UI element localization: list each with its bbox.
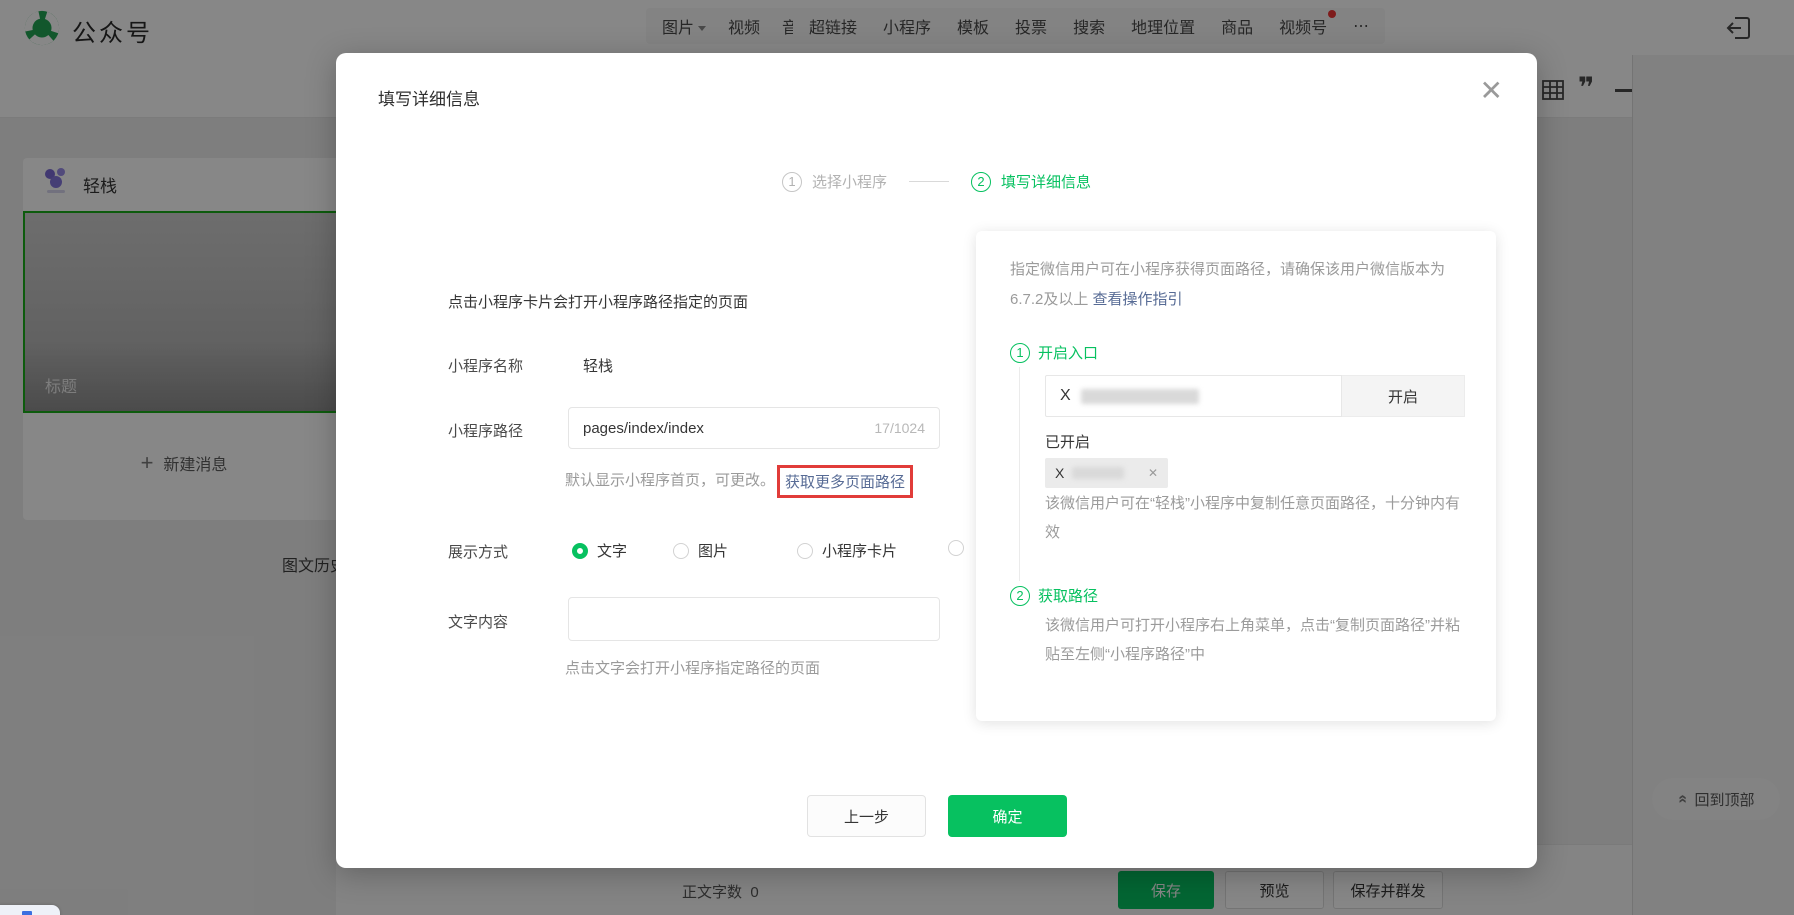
panel-step1-title: 开启入口: [1038, 342, 1098, 363]
confirm-button[interactable]: 确定: [948, 795, 1067, 837]
radio-option-card[interactable]: 小程序卡片: [797, 540, 897, 561]
panel-step1-number: 1: [1010, 343, 1030, 363]
wechat-user-value: X: [1060, 387, 1071, 405]
step2-number: 2: [971, 172, 991, 192]
panel-intro-text: 指定微信用户可在小程序获得页面路径，请确保该用户微信版本为6.7.2及以上: [1010, 261, 1445, 308]
wechat-official-account-editor: 公众号 图片 视频 音频 超链接 小程序 模板 投票 搜索 地理位置 商品 视频…: [0, 0, 1794, 915]
fill-details-modal: 填写详细信息 ✕ 1 选择小程序 2 填写详细信息 点击小程序卡片会打开小程序路…: [336, 53, 1537, 868]
radio-unselected-icon[interactable]: [673, 543, 689, 559]
modal-intro-text: 点击小程序卡片会打开小程序路径指定的页面: [448, 291, 748, 312]
peek-blue-mark: [22, 911, 32, 915]
wechat-user-input[interactable]: X: [1045, 375, 1342, 417]
radio-option-image[interactable]: 图片: [673, 540, 728, 561]
radio-text-label: 文字: [597, 540, 627, 561]
enable-button[interactable]: 开启: [1342, 375, 1465, 417]
path-char-counter: 17/1024: [874, 420, 925, 436]
path-hint-row: 默认显示小程序首页，可更改。 获取更多页面路径: [565, 460, 913, 502]
panel-step1-heading: 1 开启入口: [1010, 342, 1098, 363]
text-content-hint: 点击文字会打开小程序指定路径的页面: [565, 657, 820, 678]
panel-step2-number: 2: [1010, 586, 1030, 606]
tag-value: X: [1055, 465, 1064, 481]
tag-remove-icon[interactable]: ✕: [1148, 466, 1158, 480]
step-fill-details: 2 填写详细信息: [971, 171, 1091, 192]
get-more-paths-link[interactable]: 获取更多页面路径: [785, 474, 905, 491]
enabled-label: 已开启: [1045, 431, 1090, 452]
step-connector: [909, 181, 949, 182]
step-indicator: 1 选择小程序 2 填写详细信息: [336, 171, 1537, 192]
radio-option-fourth[interactable]: [948, 540, 964, 556]
miniprogram-name-value: 轻栈: [583, 355, 613, 376]
enabled-user-tag: X ✕: [1045, 458, 1168, 488]
annotation-red-box: 获取更多页面路径: [777, 465, 913, 498]
panel-step2-title: 获取路径: [1038, 585, 1098, 606]
panel-step1-note: 该微信用户可在“轻栈”小程序中复制任意页面路径，十分钟内有效: [1045, 489, 1469, 547]
path-instruction-panel: 指定微信用户可在小程序获得页面路径，请确保该用户微信版本为6.7.2及以上 查看…: [976, 231, 1496, 721]
step2-label: 填写详细信息: [1001, 171, 1091, 192]
modal-title: 填写详细信息: [378, 85, 480, 110]
miniprogram-name-label: 小程序名称: [448, 355, 523, 376]
radio-unselected-icon[interactable]: [797, 543, 813, 559]
miniprogram-path-input[interactable]: pages/index/index 17/1024: [568, 407, 940, 449]
radio-card-label: 小程序卡片: [822, 540, 897, 561]
miniprogram-path-label: 小程序路径: [448, 420, 523, 441]
redacted-tag-blob: [1072, 467, 1124, 479]
display-mode-label: 展示方式: [448, 541, 508, 562]
step-connector-line: [1019, 367, 1020, 581]
browser-peek-element: [0, 905, 60, 915]
radio-option-text[interactable]: 文字: [572, 540, 627, 561]
text-content-label: 文字内容: [448, 611, 508, 632]
path-input-value: pages/index/index: [583, 420, 704, 437]
previous-step-button[interactable]: 上一步: [807, 795, 926, 837]
step1-label: 选择小程序: [812, 171, 887, 192]
radio-image-label: 图片: [698, 540, 728, 561]
panel-step2-heading: 2 获取路径: [1010, 585, 1098, 606]
step1-number: 1: [782, 172, 802, 192]
text-content-input[interactable]: [568, 597, 940, 641]
radio-selected-icon[interactable]: [572, 543, 588, 559]
redacted-text-blob: [1081, 389, 1199, 404]
close-icon[interactable]: ✕: [1480, 77, 1503, 105]
step-select-miniprogram: 1 选择小程序: [782, 171, 887, 192]
view-guide-link[interactable]: 查看操作指引: [1093, 291, 1183, 308]
panel-step2-note: 该微信用户可打开小程序右上角菜单，点击“复制页面路径”并粘贴至左侧“小程序路径”…: [1045, 611, 1469, 669]
path-hint-text: 默认显示小程序首页，可更改。: [565, 460, 775, 502]
panel-intro: 指定微信用户可在小程序获得页面路径，请确保该用户微信版本为6.7.2及以上 查看…: [1010, 255, 1466, 315]
